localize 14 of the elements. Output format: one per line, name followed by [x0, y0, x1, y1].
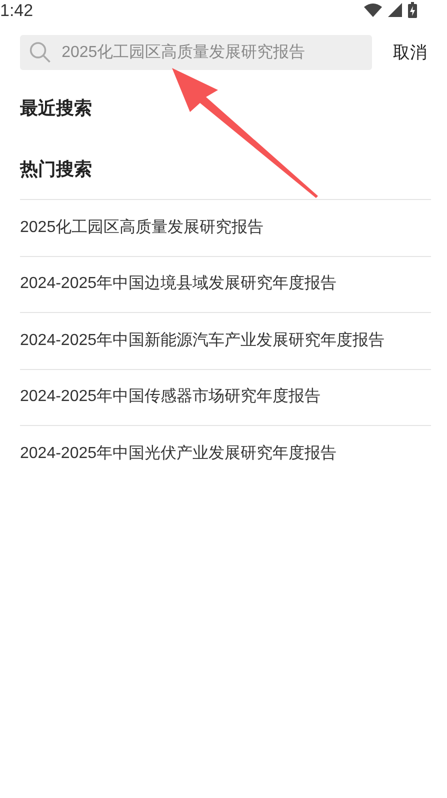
hot-search-item[interactable]: 2024-2025年中国传感器市场研究年度报告	[20, 368, 431, 425]
cancel-button[interactable]: 取消	[393, 40, 427, 66]
hot-search-item[interactable]: 2025化工园区高质量发展研究报告	[20, 199, 431, 256]
hot-search-item[interactable]: 2024-2025年中国光伏产业发展研究年度报告	[20, 425, 431, 482]
hot-search-item[interactable]: 2024-2025年中国新能源汽车产业发展研究年度报告	[20, 312, 431, 368]
status-time: 1:42	[0, 2, 34, 18]
signal-icon	[388, 3, 402, 17]
section-title: 热门搜索	[18, 158, 93, 181]
search-field[interactable]: 2025化工园区高质量发展研究报告	[20, 35, 372, 70]
search-icon	[29, 40, 52, 65]
wifi-icon	[364, 3, 382, 17]
hot-search-item[interactable]: 2024-2025年中国边境县域发展研究年度报告	[20, 256, 431, 312]
section-title: 最近搜索	[19, 97, 93, 120]
search-input[interactable]: 2025化工园区高质量发展研究报告	[62, 42, 363, 62]
